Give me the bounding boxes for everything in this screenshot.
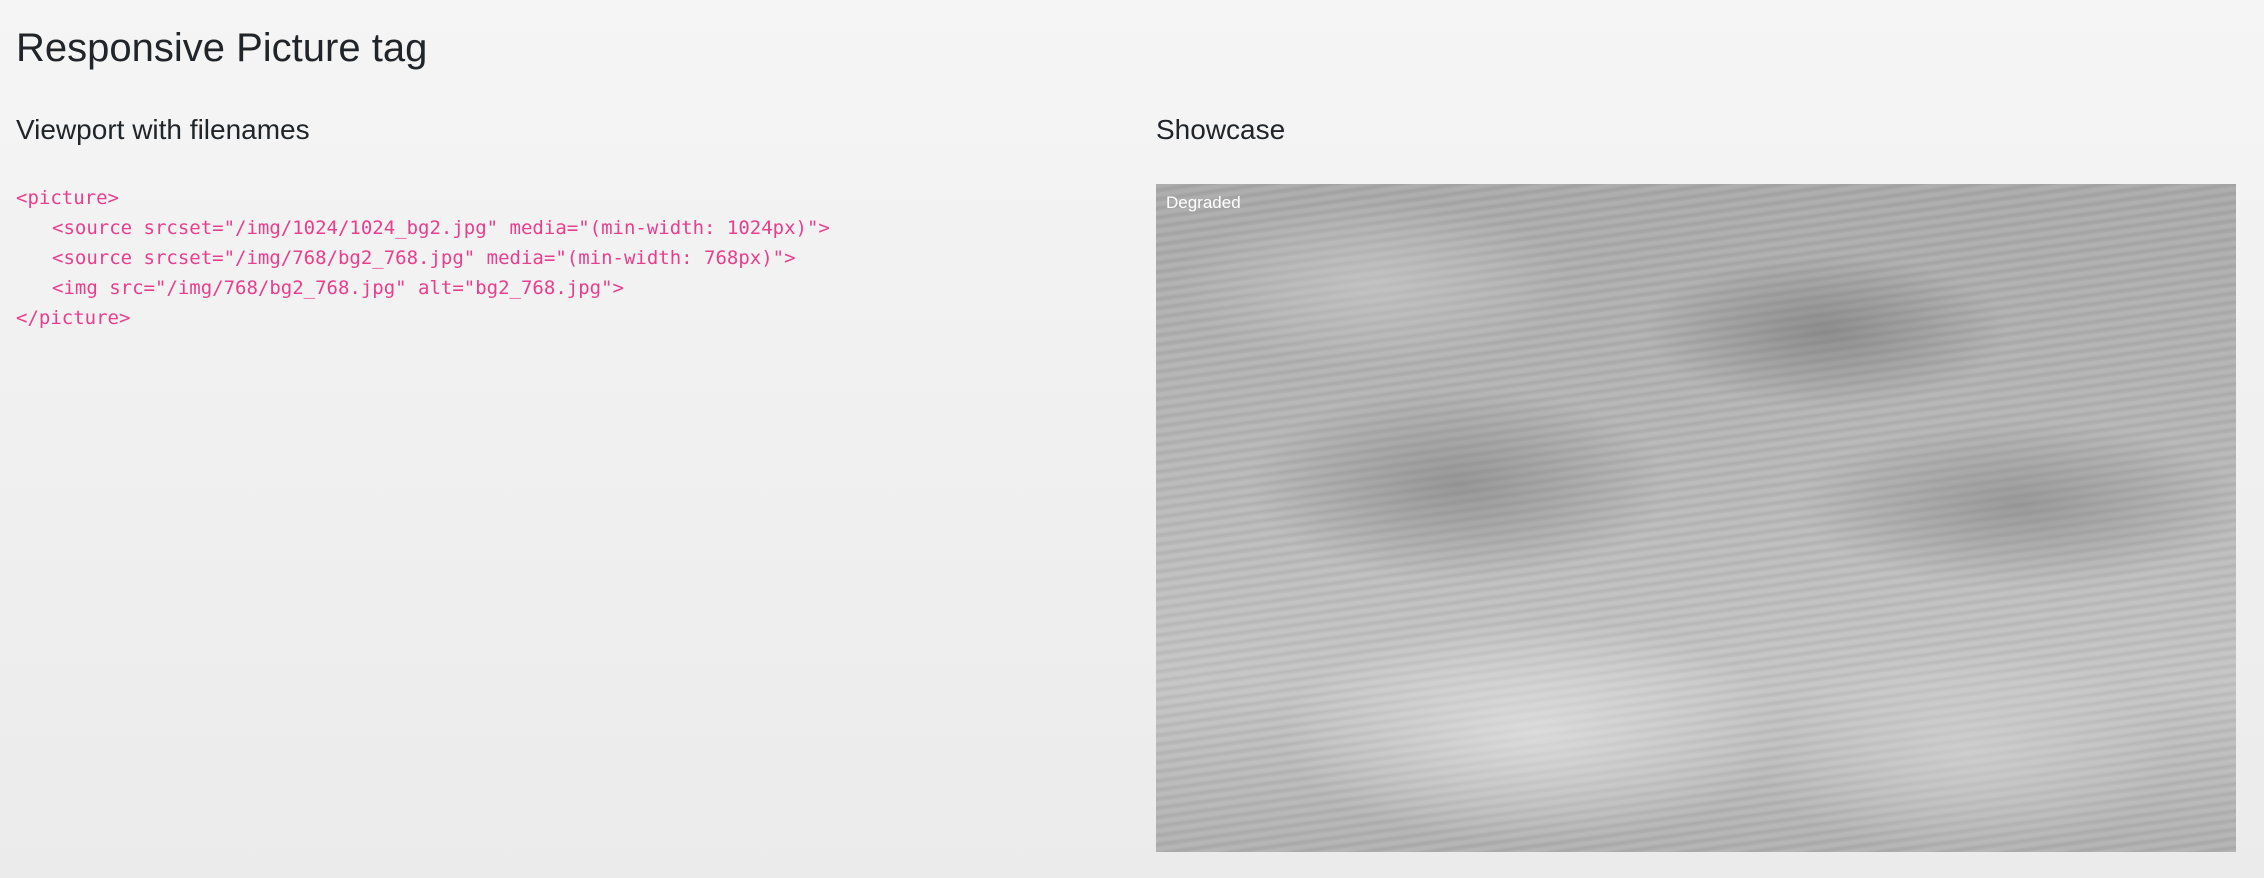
code-line-picture-close: </picture> xyxy=(16,307,131,329)
code-line-picture-open: <picture> xyxy=(16,187,119,209)
code-line-source-1024: <source srcset="/img/1024/1024_bg2.jpg" … xyxy=(52,217,830,239)
showcase-heading: Showcase xyxy=(1156,114,1286,145)
picture-tag-code-snippet: <picture> <source srcset="/img/1024/1024_… xyxy=(16,183,830,333)
page-title: Responsive Picture tag xyxy=(16,26,428,70)
viewport-filenames-heading: Viewport with filenames xyxy=(16,114,310,145)
code-line-img: <img src="/img/768/bg2_768.jpg" alt="bg2… xyxy=(52,277,624,299)
showcase-water-image: Degraded xyxy=(1156,184,2236,852)
code-line-source-768: <source srcset="/img/768/bg2_768.jpg" me… xyxy=(52,247,796,269)
degraded-badge: Degraded xyxy=(1166,193,1241,212)
